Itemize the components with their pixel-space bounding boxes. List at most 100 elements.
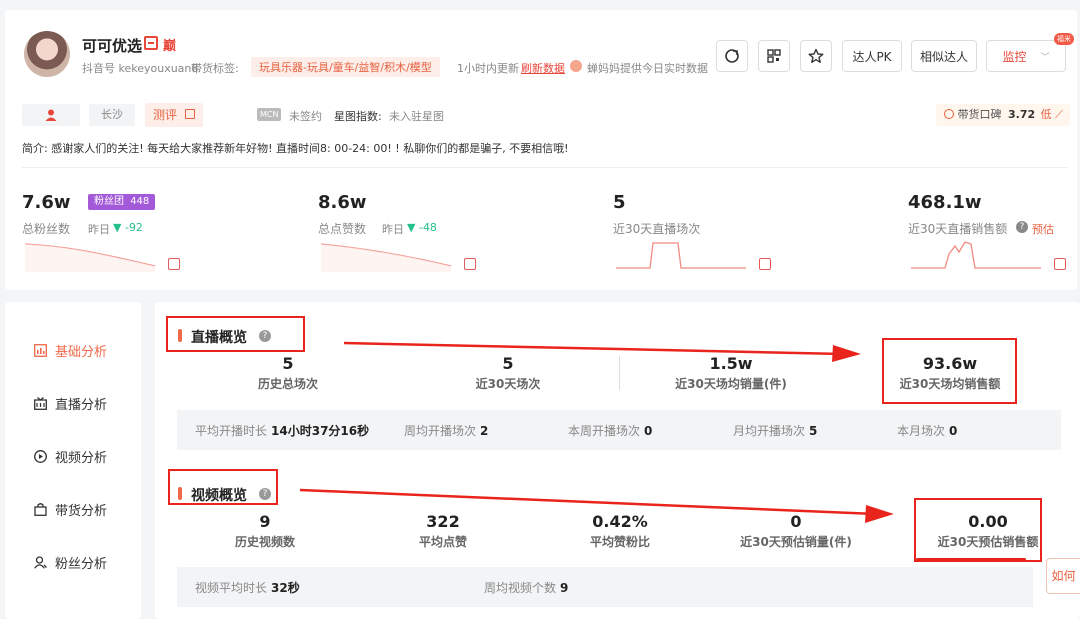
nav-goods-analysis[interactable]: 带货分析 <box>34 500 107 519</box>
creator-name: 可可优选 <box>82 37 143 55</box>
update-text: 1小时内更新 <box>457 62 519 75</box>
question-icon <box>944 109 954 119</box>
monitor-button[interactable]: 监控 ﹀ <box>986 40 1066 72</box>
fans-sparkline <box>25 243 156 272</box>
provider-text: 蝉妈妈提供今日实时数据 <box>587 62 708 75</box>
chart-toggle-icon[interactable] <box>759 258 771 270</box>
koubei-level: 低 <box>1040 108 1052 121</box>
live-sales-sparkline <box>911 241 1041 269</box>
star-icon <box>808 48 824 63</box>
star-index-label: 星图指数: <box>334 110 382 123</box>
nav-label: 粉丝分析 <box>55 557 108 572</box>
highlight-underline <box>916 558 1026 561</box>
person-icon <box>45 109 57 121</box>
mcn-tag: MCN <box>257 108 282 121</box>
play-icon <box>34 450 47 463</box>
stat-live-sales-label: 近30天直播销售额 <box>908 222 1008 236</box>
qrcode-icon <box>767 49 781 63</box>
stat-live-sales-value: 468.1w <box>908 192 982 213</box>
monitor-badge: 福米 <box>1054 33 1074 45</box>
live-sub-weekly-avg: 周均开播场次 2 <box>404 424 489 438</box>
level-icon <box>144 36 158 50</box>
video-metric-total: 9 历史视频数 <box>234 512 295 549</box>
highlight-box-video-title <box>168 469 278 505</box>
gender-tag <box>22 104 80 126</box>
review-label: 测评 <box>153 108 178 122</box>
help-icon[interactable]: ? <box>1016 221 1028 233</box>
stat-fans-yesterday: 昨日 <box>88 223 110 236</box>
nav-label: 视频分析 <box>55 451 108 466</box>
divider <box>22 167 1068 168</box>
pk-button[interactable]: 达人PK <box>842 40 902 72</box>
nav-live-analysis[interactable]: 直播分析 <box>34 394 107 413</box>
live-sub-avg-duration: 平均开播时长 14小时37分16秒 <box>195 424 370 438</box>
top-badge: 巅 <box>163 39 177 54</box>
user-icon <box>34 556 47 569</box>
stat-fans-value: 7.6w <box>22 192 71 213</box>
refresh-link[interactable]: 刷新数据 <box>521 60 565 76</box>
live-metric-total: 5 历史总场次 <box>257 354 318 391</box>
qrcode-button[interactable] <box>758 40 790 72</box>
likes-sparkline <box>321 243 452 272</box>
city-tag: 长沙 <box>89 104 135 126</box>
stat-likes-delta: ▼ -48 <box>407 221 437 234</box>
video-sub-avg-duration: 视频平均时长 32秒 <box>195 581 300 595</box>
stat-fans-label: 总粉丝数 <box>22 222 71 236</box>
favorite-button[interactable] <box>800 40 832 72</box>
fan-club-label: 粉丝团 <box>94 196 124 207</box>
live-sub-this-week: 本周开播场次 0 <box>568 424 653 438</box>
highlight-box-video-sales <box>914 498 1042 562</box>
nav-basic-analysis[interactable]: 基础分析 <box>34 341 107 360</box>
nav-label: 直播分析 <box>55 398 108 413</box>
float-help-button[interactable]: 如何 <box>1046 558 1080 594</box>
stat-fans-delta: ▼ -92 <box>113 221 143 234</box>
koubei-box[interactable]: 带货口碑 3.72 低 ⟋ <box>936 104 1070 126</box>
nav-label: 基础分析 <box>55 345 108 360</box>
live-icon <box>34 397 47 410</box>
mcn-value: 未签约 <box>289 110 322 123</box>
stat-live-count-value: 5 <box>613 192 626 213</box>
koubei-value: 3.72 <box>1008 108 1036 121</box>
bag-icon <box>34 503 47 516</box>
estimate-tag: 预估 <box>1032 223 1054 236</box>
highlight-box-live-sales <box>882 338 1017 404</box>
nav-label: 带货分析 <box>55 504 108 519</box>
stat-likes-label: 总点赞数 <box>318 222 367 236</box>
nav-video-analysis[interactable]: 视频分析 <box>34 447 107 466</box>
live-count-sparkline <box>616 242 746 269</box>
share-icon <box>725 49 739 63</box>
douyin-id: 抖音号 kekeyouxuan8 <box>82 62 199 75</box>
video-metric-like-fan-ratio: 0.42% 平均赞粉比 <box>589 512 650 549</box>
live-sub-row: 平均开播时长 14小时37分16秒 周均开播场次 2 本周开播场次 0 月均开播场次 5… <box>177 410 1061 450</box>
stat-live-count-label: 近30天直播场次 <box>613 222 701 236</box>
video-metric-avg-likes: 322 平均点赞 <box>418 512 467 549</box>
chevron-down-icon: ﹀ <box>1040 52 1050 63</box>
edit-icon <box>184 109 195 119</box>
intro-text: 简介: 感谢家人们的关注! 每天给大家推荐新年好物! 直播时间8: 00-24:… <box>22 142 569 155</box>
stat-likes-yesterday: 昨日 <box>382 223 404 236</box>
koubei-label: 带货口碑 <box>957 108 1002 121</box>
fan-club-count: 448 <box>130 196 150 207</box>
highlight-box-live-title <box>166 316 305 352</box>
divider <box>619 356 620 390</box>
chanmama-logo-icon <box>570 60 582 72</box>
share-button[interactable] <box>716 40 748 72</box>
nav-fans-analysis[interactable]: 粉丝分析 <box>34 553 107 572</box>
chart-toggle-icon[interactable] <box>168 258 180 270</box>
stat-likes-value: 8.6w <box>318 192 367 213</box>
monitor-label: 监控 <box>1002 49 1027 64</box>
video-metric-30d-volume: 0 近30天预估销量(件) <box>740 512 852 549</box>
review-button[interactable]: 测评 <box>145 103 203 127</box>
tag-label: 带货标签: <box>191 62 239 75</box>
trend-icon: ⟋ <box>1055 108 1063 121</box>
similar-button[interactable]: 相似达人 <box>911 40 977 72</box>
chart-toggle-icon[interactable] <box>1054 258 1066 270</box>
category-tag[interactable]: 玩具乐器-玩具/童车/益智/积木/模型 <box>251 57 440 77</box>
star-index-value: 未入驻星图 <box>389 110 444 123</box>
video-sub-row: 视频平均时长 32秒 周均视频个数 9 <box>177 567 1033 607</box>
avatar[interactable] <box>24 31 70 77</box>
live-sub-monthly-avg: 月均开播场次 5 <box>733 424 818 438</box>
chart-toggle-icon[interactable] <box>464 258 476 270</box>
chart-icon <box>34 344 47 357</box>
live-metric-avg-volume: 1.5w 近30天场均销量(件) <box>675 354 787 391</box>
